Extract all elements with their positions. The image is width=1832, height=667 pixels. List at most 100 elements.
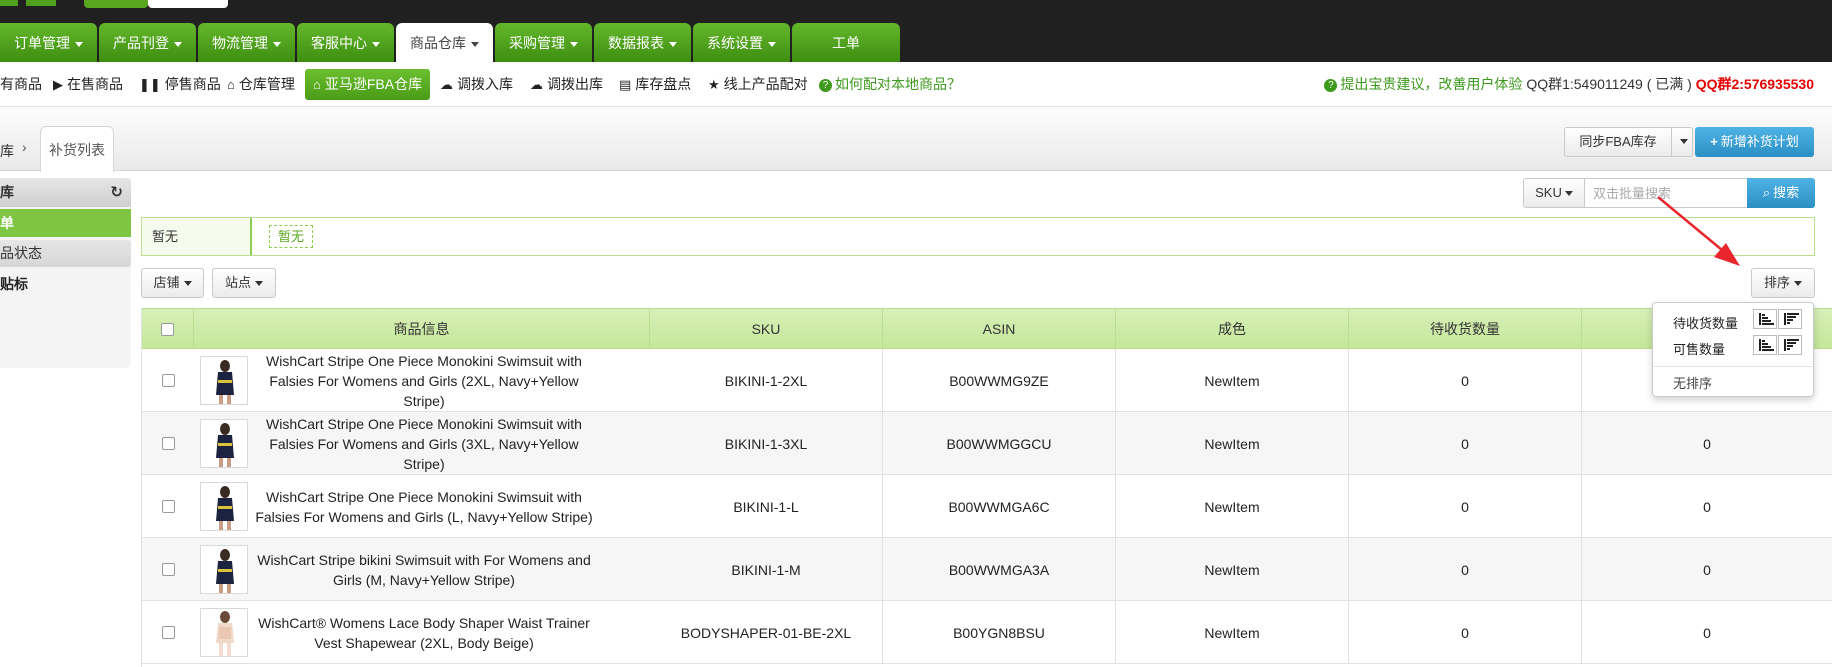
sort-ascending-icon[interactable] xyxy=(1753,309,1777,329)
sync-options-dropdown[interactable] xyxy=(1671,127,1693,157)
subnav-amazon-fba[interactable]: ⌂ 亚马逊FBA仓库 xyxy=(305,69,431,100)
filter-tag[interactable]: 暂无 xyxy=(269,225,314,248)
header-product-info[interactable]: 商品信息 xyxy=(194,309,650,349)
sellable-quantity-cell: 0 xyxy=(1703,561,1711,578)
site-filter-button[interactable]: 站点 xyxy=(212,268,276,298)
sort-option-none[interactable]: 无排序 xyxy=(1673,373,1712,392)
sellable-quantity-cell: 0 xyxy=(1703,624,1711,641)
condition-cell: NewItem xyxy=(1116,475,1349,538)
tab-purchasing[interactable]: 采购管理 xyxy=(495,23,592,62)
subnav-transfer-in[interactable]: ☁ 调拨入库 xyxy=(440,62,513,107)
refresh-icon[interactable]: ↻ xyxy=(110,178,123,207)
pending-quantity-cell: 0 xyxy=(1349,349,1582,412)
left-sidebar: 库 ↻ 单 品状态 贴标 xyxy=(0,178,131,368)
product-title[interactable]: WishCart Stripe One Piece Monokini Swims… xyxy=(254,349,594,412)
sync-fba-stock-button[interactable]: 同步FBA库存 xyxy=(1564,127,1672,157)
sku-cell: BIKINI-1-3XL xyxy=(650,412,883,475)
subnav-transfer-out[interactable]: ☁ 调拨出库 xyxy=(530,62,603,107)
sort-option-pending[interactable]: 待收货数量 xyxy=(1673,313,1738,332)
sidebar-header: 库 ↻ xyxy=(0,178,131,207)
asin-cell: B00WWMG9ZE xyxy=(883,349,1116,412)
product-title[interactable]: WishCart Stripe One Piece Monokini Swims… xyxy=(254,475,594,538)
product-title[interactable]: WishCart Stripe One Piece Monokini Swims… xyxy=(254,412,594,475)
tab-tickets[interactable]: 工单 xyxy=(792,23,900,62)
row-checkbox[interactable] xyxy=(142,538,194,601)
cloud-upload-icon: ☁ xyxy=(440,77,453,92)
main-nav-tabs: 订单管理 产品刊登 物流管理 客服中心 商品仓库 采购管理 数据报表 系统设置 … xyxy=(0,23,902,62)
condition-cell: NewItem xyxy=(1116,349,1349,412)
row-checkbox[interactable] xyxy=(142,412,194,475)
table-header: 商品信息 SKU ASIN 成色 待收货数量 xyxy=(142,308,1832,349)
new-replenishment-plan-button[interactable]: + 新增补货计划 xyxy=(1695,127,1814,157)
sellable-quantity-cell: 0 xyxy=(1703,435,1711,452)
star-icon: ★ xyxy=(708,77,720,92)
tab-settings[interactable]: 系统设置 xyxy=(693,23,790,62)
search-icon: ⌕ xyxy=(1762,185,1771,200)
product-title[interactable]: WishCart® Womens Lace Body Shaper Waist … xyxy=(254,601,594,664)
header-condition[interactable]: 成色 xyxy=(1116,309,1349,349)
table-row: WishCart® Womens Lace Body Shaper Waist … xyxy=(142,601,1832,664)
subnav-stocktake[interactable]: ▤ 库存盘点 xyxy=(619,62,691,107)
sort-dropdown-menu: 待收货数量 可售数量 无排序 xyxy=(1652,302,1814,397)
play-icon: ▶ xyxy=(53,77,63,92)
top-account-button[interactable] xyxy=(84,0,148,8)
suggestion-link[interactable]: 提出宝贵建议，改善用户体验 xyxy=(1340,76,1522,92)
chevron-down-icon xyxy=(255,281,263,287)
breadcrumb-parent[interactable]: 库 xyxy=(0,141,14,161)
suggestion-area: ? 提出宝贵建议，改善用户体验 QQ群1:549011249 ( 已满 ) QQ群… xyxy=(1324,62,1814,107)
search-input[interactable] xyxy=(1584,178,1748,208)
tab-reports[interactable]: 数据报表 xyxy=(594,23,691,62)
breadcrumb-separator: › xyxy=(22,139,27,155)
sku-cell: BIKINI-1-L xyxy=(650,475,883,538)
product-thumbnail xyxy=(200,545,248,594)
condition-cell: NewItem xyxy=(1116,538,1349,601)
sidebar-item-active[interactable]: 单 xyxy=(0,209,131,237)
sort-ascending-icon[interactable] xyxy=(1753,335,1777,355)
tab-listings[interactable]: 产品刊登 xyxy=(99,23,196,62)
search-button[interactable]: ⌕ 搜索 xyxy=(1747,178,1815,208)
sidebar-item-product-status[interactable]: 品状态 xyxy=(0,240,131,267)
pause-icon: ❚❚ xyxy=(139,77,161,92)
row-checkbox[interactable] xyxy=(142,601,194,664)
chevron-down-icon xyxy=(471,41,479,47)
menu-divider xyxy=(1653,366,1813,367)
sort-descending-icon[interactable] xyxy=(1778,309,1802,329)
store-filter-button[interactable]: 店铺 xyxy=(141,268,204,298)
filter-label: 暂无 xyxy=(142,218,252,255)
plus-icon: + xyxy=(1710,134,1718,149)
header-sku[interactable]: SKU xyxy=(650,309,883,349)
sku-cell: BIKINI-1-M xyxy=(650,538,883,601)
tab-customer-service[interactable]: 客服中心 xyxy=(297,23,394,62)
sort-option-sellable[interactable]: 可售数量 xyxy=(1673,339,1725,358)
row-checkbox[interactable] xyxy=(142,349,194,412)
pending-quantity-cell: 0 xyxy=(1349,475,1582,538)
header-asin[interactable]: ASIN xyxy=(883,309,1116,349)
subnav-off-sale[interactable]: ❚❚ 停售商品 xyxy=(139,62,221,107)
subnav-on-sale[interactable]: ▶ 在售商品 xyxy=(53,62,123,107)
table-row: WishCart Stripe One Piece Monokini Swims… xyxy=(142,412,1832,475)
asin-cell: B00WWMGA6C xyxy=(883,475,1116,538)
sidebar-item-labeling[interactable]: 贴标 xyxy=(0,270,131,298)
select-all-checkbox[interactable] xyxy=(142,309,194,349)
tab-replenishment-list[interactable]: 补货列表 xyxy=(40,126,114,172)
sort-button[interactable]: 排序 xyxy=(1751,268,1815,298)
table-row: WishCart Stripe One Piece Monokini Swims… xyxy=(142,475,1832,538)
subnav-warehouse-management[interactable]: ⌂ 仓库管理 xyxy=(227,62,295,107)
sort-descending-icon[interactable] xyxy=(1778,335,1802,355)
top-navigation-bar: 订单管理 产品刊登 物流管理 客服中心 商品仓库 采购管理 数据报表 系统设置 … xyxy=(0,0,1832,62)
tab-logistics[interactable]: 物流管理 xyxy=(198,23,295,62)
sellable-quantity-cell: 0 xyxy=(1703,498,1711,515)
subnav-all-products[interactable]: 有商品 xyxy=(0,62,42,107)
help-link[interactable]: ? 如何配对本地商品？ xyxy=(819,62,961,107)
row-checkbox[interactable] xyxy=(142,475,194,538)
tab-warehouse[interactable]: 商品仓库 xyxy=(396,23,493,62)
question-icon: ? xyxy=(1324,79,1338,92)
header-pending-quantity[interactable]: 待收货数量 xyxy=(1349,309,1582,349)
product-thumbnail xyxy=(200,608,248,657)
product-title[interactable]: WishCart Stripe bikini Swimsuit with For… xyxy=(254,538,594,601)
search-field-select[interactable]: SKU xyxy=(1523,178,1585,208)
tab-orders[interactable]: 订单管理 xyxy=(0,23,97,62)
sku-cell: BIKINI-1-2XL xyxy=(650,349,883,412)
top-search-box[interactable] xyxy=(148,0,228,8)
subnav-online-pairing[interactable]: ★ 线上产品配对 xyxy=(708,62,808,107)
